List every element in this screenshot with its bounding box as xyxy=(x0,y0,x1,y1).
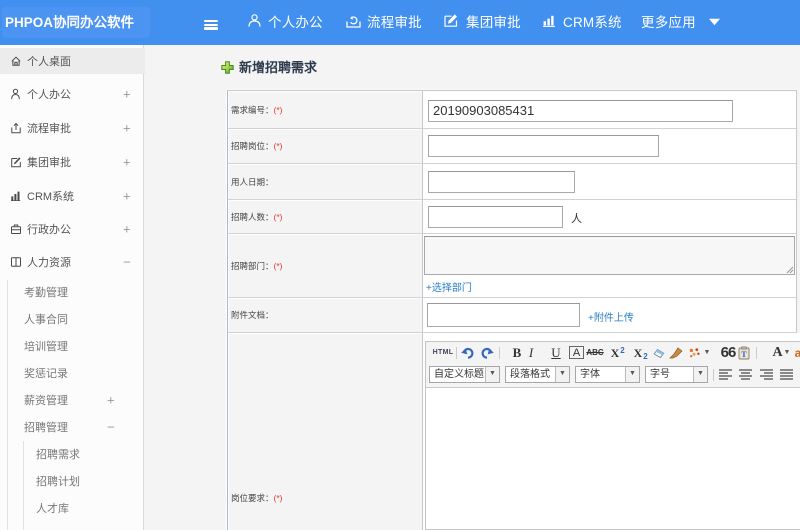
svg-text:T: T xyxy=(741,349,747,359)
